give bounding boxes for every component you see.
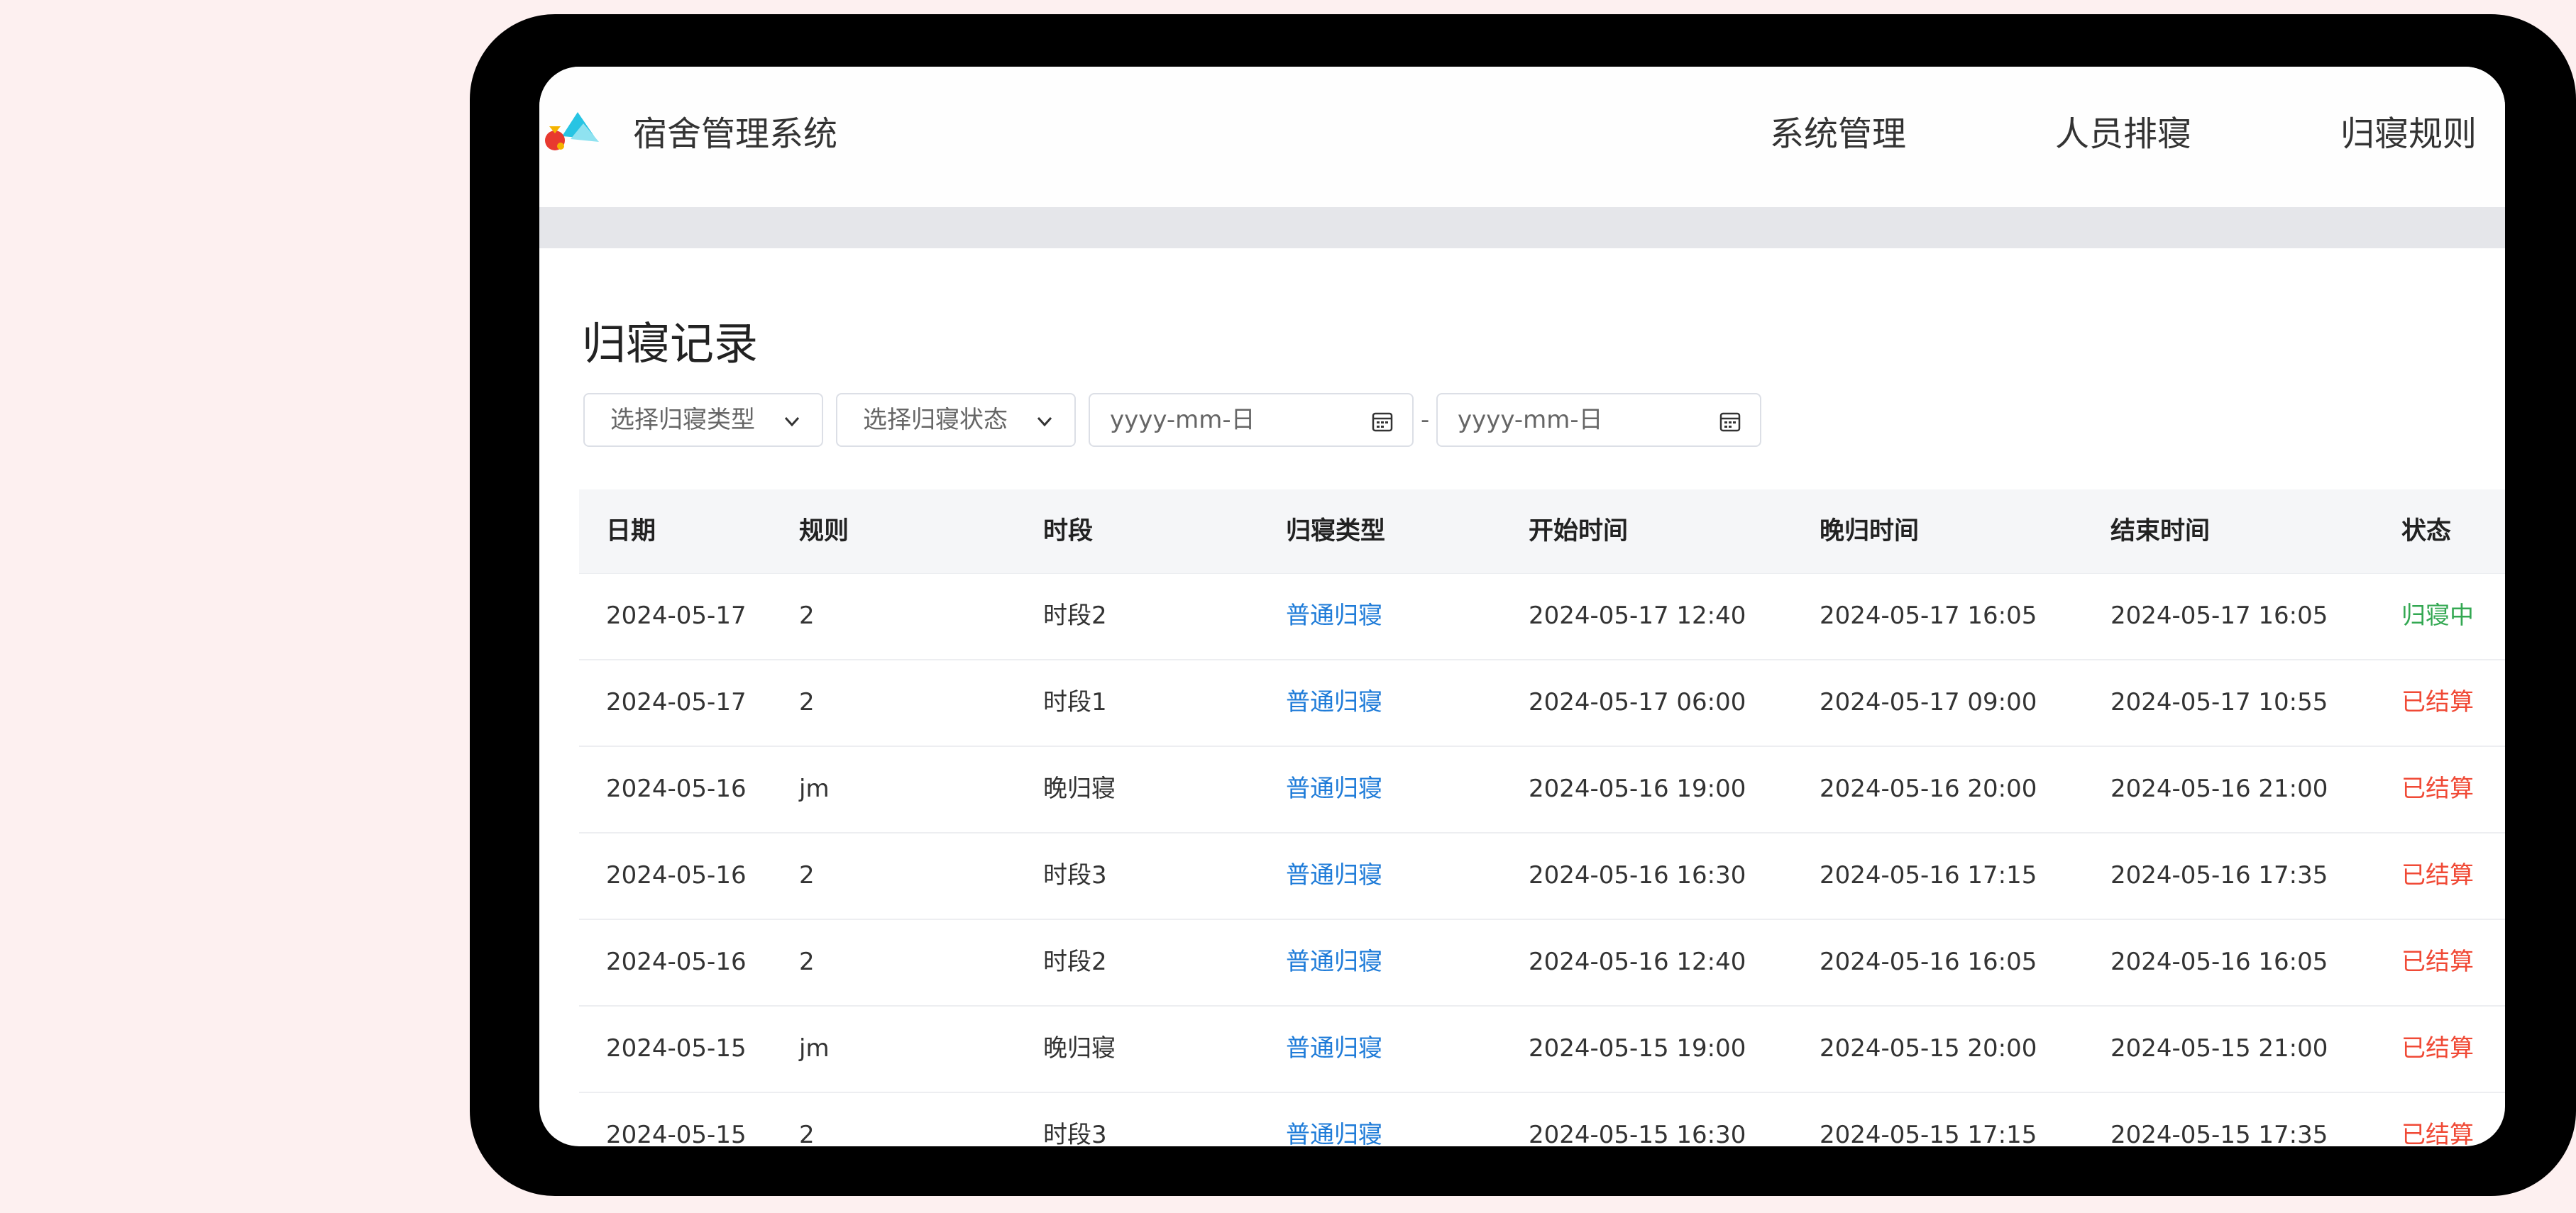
nav-return-rules[interactable]: 归寝规则: [2340, 67, 2477, 201]
cell-status: 已结算: [2401, 948, 2474, 976]
return-status-select[interactable]: 选择归寝状态: [836, 393, 1076, 447]
cell-start-time: 2024-05-15 16:30: [1529, 1121, 1746, 1146]
cell-date: 2024-05-15: [606, 1034, 747, 1063]
cell-late-time: 2024-05-16 17:15: [1820, 861, 2037, 890]
cell-rule: 2: [799, 688, 815, 716]
cell-period: 晚归寝: [1043, 1034, 1116, 1063]
start-date-input[interactable]: yyyy-mm-日: [1089, 393, 1414, 447]
column-header-end-time: 结束时间: [2110, 517, 2211, 545]
cell-late-time: 2024-05-15 17:15: [1820, 1121, 2037, 1146]
table-row: 2024-05-16 2 时段3 普通归寝 2024-05-16 16:30 2024-0…: [579, 833, 2505, 920]
cell-start-time: 2024-05-16 12:40: [1529, 948, 1746, 976]
column-header-status: 状态: [2401, 517, 2452, 545]
nav-system-management[interactable]: 系统管理: [1770, 67, 1906, 201]
table-row: 2024-05-15 2 时段3 普通归寝 2024-05-15 16:30 2024-0…: [579, 1093, 2505, 1146]
date-range-separator: -: [1421, 406, 1430, 434]
column-header-late-time: 晚归时间: [1820, 517, 1920, 545]
cell-rule: 2: [799, 1121, 815, 1146]
cell-status: 已结算: [2401, 1121, 2474, 1146]
cell-end-time: 2024-05-16 17:35: [2110, 861, 2328, 890]
chevron-down-icon: [1037, 416, 1052, 427]
cell-late-time: 2024-05-17 16:05: [1820, 602, 2037, 630]
main-nav: 系统管理 人员排寝 归寝规则: [1621, 67, 2477, 201]
cell-date: 2024-05-15: [606, 1121, 747, 1146]
cell-rule: jm: [799, 775, 830, 803]
nav-dorm-assignment[interactable]: 人员排寝: [2055, 67, 2191, 201]
end-date-input[interactable]: yyyy-mm-日: [1436, 393, 1761, 447]
cell-status: 已结算: [2401, 861, 2474, 890]
cell-type[interactable]: 普通归寝: [1286, 833, 1382, 917]
table-row: 2024-05-16 2 时段2 普通归寝 2024-05-16 12:40 2024-0…: [579, 920, 2505, 1007]
cell-status: 已结算: [2401, 688, 2474, 716]
start-date-placeholder: yyyy-mm-日: [1110, 406, 1255, 434]
cell-period: 晚归寝: [1043, 775, 1116, 803]
cell-end-time: 2024-05-17 10:55: [2110, 688, 2328, 716]
table-row: 2024-05-17 2 时段1 普通归寝 2024-05-17 06:00 2024-0…: [579, 660, 2505, 747]
cell-date: 2024-05-16: [606, 861, 747, 890]
cell-type[interactable]: 普通归寝: [1286, 1093, 1382, 1146]
cell-end-time: 2024-05-16 16:05: [2110, 948, 2328, 976]
cell-late-time: 2024-05-15 20:00: [1820, 1034, 2037, 1063]
device-frame: 宿舍管理系统 系统管理 人员排寝 归寝规则 归寝记录 选择归寝类型 选择归寝状态…: [470, 14, 2576, 1196]
column-header-start-time: 开始时间: [1529, 517, 1629, 545]
return-type-placeholder: 选择归寝类型: [610, 406, 755, 434]
table-header: 日期 规则 时段 归寝类型 开始时间 晚归时间 结束时间 状态: [579, 489, 2505, 574]
table-body: 2024-05-17 2 时段2 普通归寝 2024-05-17 12:40 2024-0…: [579, 574, 2505, 1146]
cell-status: 归寝中: [2401, 602, 2474, 630]
cell-end-time: 2024-05-15 21:00: [2110, 1034, 2328, 1063]
cell-period: 时段3: [1043, 1121, 1107, 1146]
cell-rule: 2: [799, 602, 815, 630]
chevron-down-icon: [784, 416, 800, 427]
cell-type[interactable]: 普通归寝: [1286, 660, 1382, 744]
cell-period: 时段3: [1043, 861, 1107, 890]
cell-late-time: 2024-05-17 09:00: [1820, 688, 2037, 716]
cell-date: 2024-05-16: [606, 948, 747, 976]
cell-start-time: 2024-05-17 12:40: [1529, 602, 1746, 630]
table-row: 2024-05-17 2 时段2 普通归寝 2024-05-17 12:40 2024-0…: [579, 574, 2505, 660]
cell-date: 2024-05-17: [606, 688, 747, 716]
cell-period: 时段2: [1043, 602, 1107, 630]
cell-rule: 2: [799, 948, 815, 976]
cell-type[interactable]: 普通归寝: [1286, 1007, 1382, 1090]
app-logo-icon: [545, 112, 599, 150]
table-row: 2024-05-15 jm 晚归寝 普通归寝 2024-05-15 19:00 2024-…: [579, 1007, 2505, 1093]
cell-start-time: 2024-05-16 16:30: [1529, 861, 1746, 890]
records-table: 日期 规则 时段 归寝类型 开始时间 晚归时间 结束时间 状态 2024-05-…: [579, 489, 2505, 1146]
cell-type[interactable]: 普通归寝: [1286, 574, 1382, 658]
end-date-placeholder: yyyy-mm-日: [1458, 406, 1603, 434]
cell-start-time: 2024-05-15 19:00: [1529, 1034, 1746, 1063]
cell-date: 2024-05-16: [606, 775, 747, 803]
header-divider-bar: [539, 207, 2505, 248]
cell-end-time: 2024-05-15 17:35: [2110, 1121, 2328, 1146]
cell-rule: jm: [799, 1034, 830, 1063]
cell-period: 时段2: [1043, 948, 1107, 976]
return-status-placeholder: 选择归寝状态: [863, 406, 1008, 434]
page-title: 归寝记录: [582, 318, 759, 370]
cell-status: 已结算: [2401, 775, 2474, 803]
top-navbar: 宿舍管理系统 系统管理 人员排寝 归寝规则: [539, 67, 2505, 208]
app-screen: 宿舍管理系统 系统管理 人员排寝 归寝规则 归寝记录 选择归寝类型 选择归寝状态…: [539, 67, 2505, 1146]
cell-late-time: 2024-05-16 20:00: [1820, 775, 2037, 803]
cell-rule: 2: [799, 861, 815, 890]
column-header-rule: 规则: [799, 517, 849, 545]
table-row: 2024-05-16 jm 晚归寝 普通归寝 2024-05-16 19:00 2024-…: [579, 747, 2505, 833]
cell-start-time: 2024-05-17 06:00: [1529, 688, 1746, 716]
column-header-type: 归寝类型: [1286, 517, 1386, 545]
cell-period: 时段1: [1043, 688, 1107, 716]
column-header-date: 日期: [606, 517, 656, 545]
cell-type[interactable]: 普通归寝: [1286, 920, 1382, 1004]
app-title: 宿舍管理系统: [633, 114, 838, 154]
cell-late-time: 2024-05-16 16:05: [1820, 948, 2037, 976]
cell-status: 已结算: [2401, 1034, 2474, 1063]
return-type-select[interactable]: 选择归寝类型: [583, 393, 823, 447]
cell-date: 2024-05-17: [606, 602, 747, 630]
calendar-icon[interactable]: [1371, 410, 1394, 433]
cell-type[interactable]: 普通归寝: [1286, 747, 1382, 831]
cell-end-time: 2024-05-16 21:00: [2110, 775, 2328, 803]
cell-end-time: 2024-05-17 16:05: [2110, 602, 2328, 630]
column-header-period: 时段: [1043, 517, 1094, 545]
calendar-icon[interactable]: [1719, 410, 1741, 433]
cell-start-time: 2024-05-16 19:00: [1529, 775, 1746, 803]
